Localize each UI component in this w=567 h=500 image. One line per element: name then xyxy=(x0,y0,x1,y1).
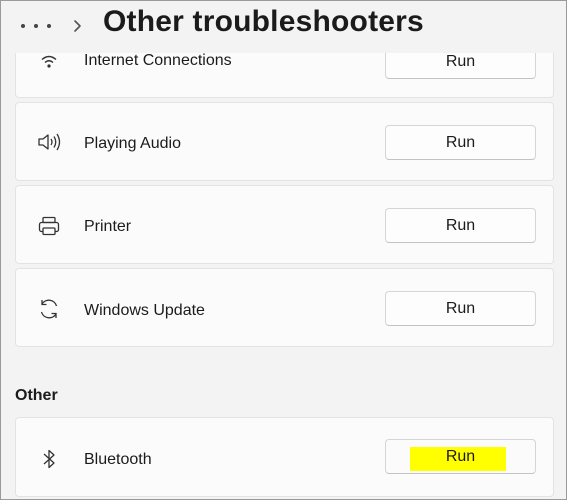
troubleshooter-label: Printer xyxy=(84,218,132,235)
page-header: Other troubleshooters xyxy=(1,1,566,53)
run-button-audio[interactable]: Run xyxy=(385,125,536,160)
troubleshooter-list: Internet Connections Run Playing Audio R… xyxy=(1,1,566,499)
troubleshooter-card-printer: Printer Run xyxy=(15,185,554,264)
troubleshooter-card-audio: Playing Audio Run xyxy=(15,102,554,181)
run-button-printer[interactable]: Run xyxy=(385,208,536,243)
bluetooth-icon xyxy=(36,446,62,472)
troubleshooter-label: Bluetooth xyxy=(84,451,152,468)
chevron-right-icon xyxy=(71,16,85,36)
section-heading-other: Other xyxy=(15,387,58,404)
troubleshooter-label: Playing Audio xyxy=(84,135,181,152)
more-dots-icon[interactable] xyxy=(21,16,51,36)
run-button-bluetooth[interactable]: Run xyxy=(385,439,536,474)
troubleshooter-label: Windows Update xyxy=(84,302,205,319)
troubleshooter-label: Internet Connections xyxy=(84,52,232,69)
speaker-icon xyxy=(36,129,62,155)
troubleshooter-card-windows-update: Windows Update Run xyxy=(15,268,554,347)
run-button-windows-update[interactable]: Run xyxy=(385,291,536,326)
sync-icon xyxy=(36,296,62,322)
page-title: Other troubleshooters xyxy=(103,5,424,38)
printer-icon xyxy=(36,213,62,239)
